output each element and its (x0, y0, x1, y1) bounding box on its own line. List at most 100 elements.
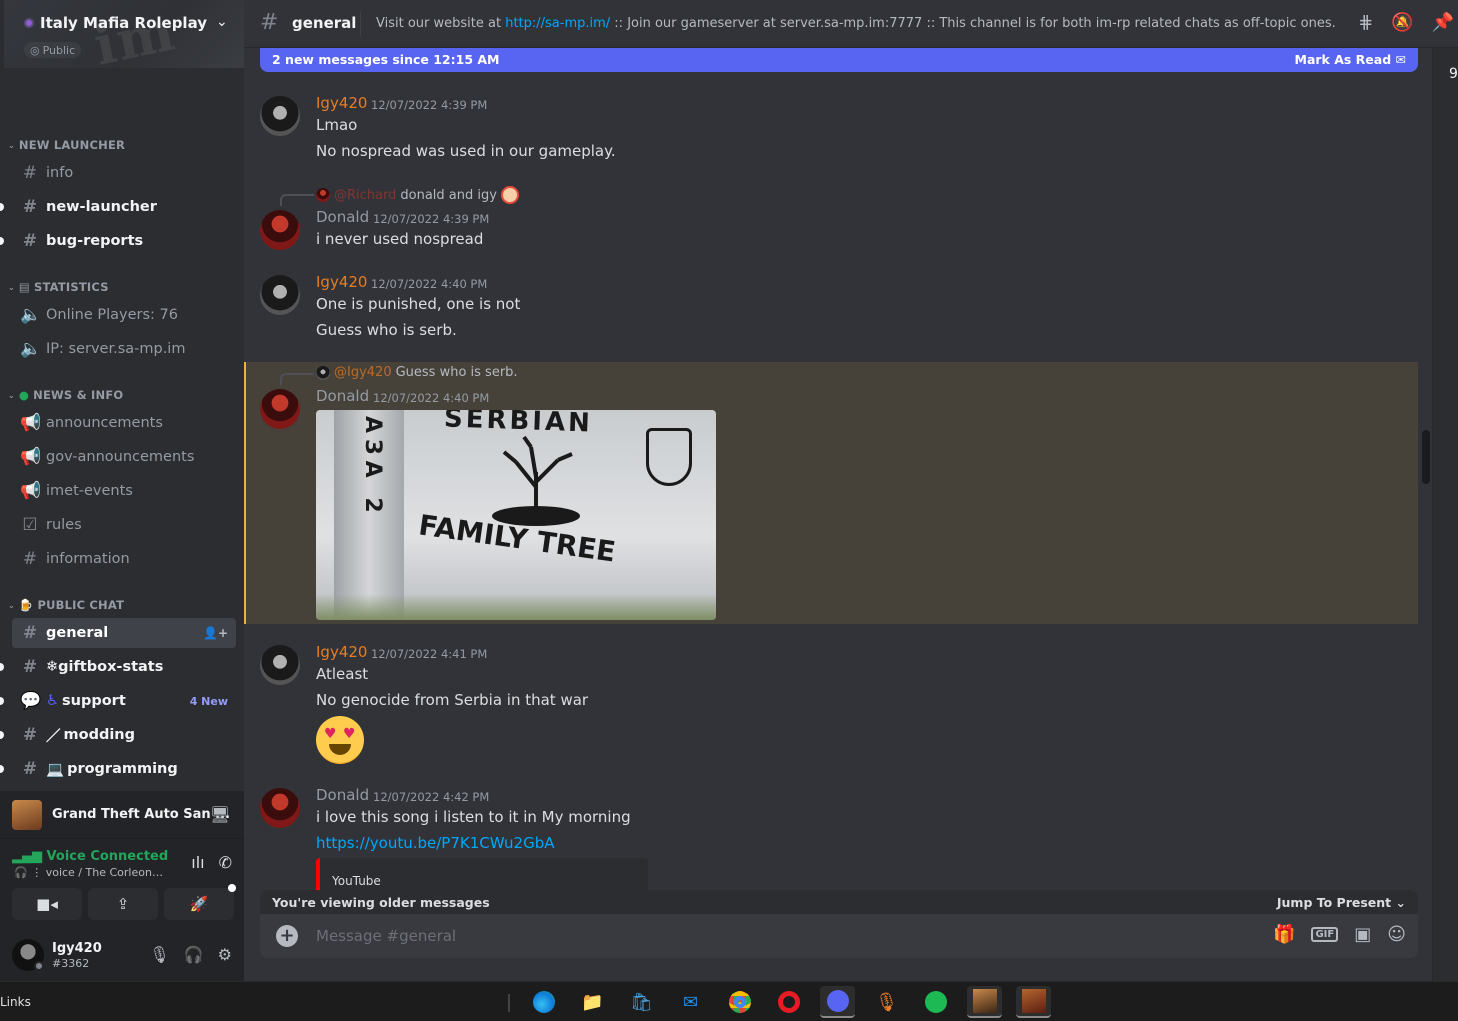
message-author[interactable]: Igy420 (316, 94, 367, 112)
taskbar-chrome[interactable] (722, 986, 757, 1018)
mark-as-read-button[interactable]: Mark As Read ✉ (1295, 52, 1407, 67)
channel-rules[interactable]: ☑ rules (12, 510, 236, 540)
topic-link[interactable]: http://sa-mp.im/ (505, 16, 610, 31)
activities-button[interactable]: 🚀 (164, 884, 236, 920)
channel-information[interactable]: # information (12, 544, 236, 574)
category-statistics[interactable]: ⌄ ▤ STATISTICS (8, 280, 109, 294)
voice-status[interactable]: ▂▄▆ Voice Connected (12, 849, 168, 864)
message-author[interactable]: Igy420 (316, 643, 367, 661)
hash-icon: # (22, 231, 38, 251)
channel-announcements[interactable]: 📢 announcements (12, 408, 236, 438)
channel-new-launcher[interactable]: # new-launcher (0, 192, 236, 222)
channel-imet-events[interactable]: 📢 imet-events (12, 476, 236, 506)
channel-support[interactable]: 💬 ♿ support 4 New (0, 686, 236, 716)
reply-mention[interactable]: @Richard (334, 188, 396, 203)
taskbar-game-2[interactable] (1016, 986, 1051, 1018)
edge-icon (532, 991, 555, 1013)
channel-gov-announcements[interactable]: 📢 gov-announcements (12, 442, 236, 472)
disconnect-icon[interactable]: ✆ (219, 853, 232, 872)
taskbar-opera[interactable] (771, 986, 806, 1018)
user-panel: Igy420 #3362 🎙 🎧 ⚙ (0, 931, 244, 981)
channel-info[interactable]: # info (12, 158, 236, 188)
avatar[interactable] (260, 210, 300, 250)
composer-tools: 🎁 GIF ▣ ☺ (1273, 924, 1406, 945)
taskbar-store[interactable]: 🛍 (624, 986, 659, 1018)
chevron-down-icon[interactable]: ⌄ (216, 14, 228, 30)
category-public-chat[interactable]: ⌄ 🍺 PUBLIC CHAT (8, 598, 124, 612)
camera-button[interactable]: ■◂ (12, 888, 82, 920)
heart-eyes-emoji-icon[interactable]: ♥ ♥ (316, 716, 364, 764)
sticker-icon[interactable]: ▣ (1354, 924, 1371, 945)
activity-panel[interactable]: Grand Theft Auto San ... 🖥 (0, 791, 244, 839)
server-name[interactable]: Italy Mafia Roleplay (24, 14, 207, 32)
scrollbar[interactable] (1420, 72, 1432, 890)
youtube-embed[interactable]: YouTube (316, 858, 648, 890)
microphone-icon: 🎙 (875, 991, 898, 1013)
game-icon (972, 989, 997, 1013)
channel-bug-reports[interactable]: # bug-reports (0, 226, 236, 256)
scroll-thumb[interactable] (1422, 430, 1430, 484)
reply-mention[interactable]: @Igy420 (334, 365, 392, 380)
emoji-picker-icon[interactable]: ☺ (1387, 924, 1406, 945)
channel-general[interactable]: # general 👤+ (12, 618, 236, 648)
taskbar-game-1[interactable] (967, 986, 1002, 1018)
voice-channel-label[interactable]: 🎧 ⋮ voice / The Corleone ... (14, 866, 164, 879)
message-author[interactable]: Igy420 (316, 273, 367, 291)
jump-to-present-button[interactable]: Jump To Present ⌄ (1277, 895, 1406, 910)
channel-modding[interactable]: # ／ modding (0, 720, 236, 750)
megaphone-icon: 📢 (20, 481, 42, 501)
category-new-launcher[interactable]: ⌄ NEW LAUNCHER (8, 138, 125, 152)
taskbar-spotify[interactable] (918, 986, 953, 1018)
channel-topic[interactable]: Visit our website at http://sa-mp.im/ ::… (376, 16, 1336, 31)
avatar[interactable] (260, 389, 300, 429)
message-author[interactable]: Donald (316, 208, 369, 226)
add-member-icon[interactable]: 👤+ (203, 626, 228, 640)
channel-programming[interactable]: # 💻 programming (0, 754, 236, 784)
gift-icon[interactable]: 🎁 (1273, 924, 1295, 945)
soundboard-icon[interactable]: ılı (191, 853, 204, 872)
taskbar-edge[interactable] (526, 986, 561, 1018)
user-name[interactable]: Igy420 (52, 941, 102, 956)
older-messages-bar[interactable]: You're viewing older messages Jump To Pr… (260, 890, 1418, 914)
avatar[interactable] (260, 96, 300, 136)
new-posts-badge: 4 New (189, 694, 228, 708)
laptop-icon: 💻 (46, 761, 65, 778)
category-news-info[interactable]: ⌄ ● NEWS & INFO (8, 388, 123, 402)
new-messages-bar[interactable]: 2 new messages since 12:15 AM Mark As Re… (260, 48, 1418, 72)
screen-share-button[interactable]: ⇪ (88, 888, 158, 920)
avatar[interactable] (260, 275, 300, 315)
message-author[interactable]: Donald (316, 786, 369, 804)
reply-preview[interactable]: @Richard donald and igy (316, 186, 519, 204)
channel-online-players[interactable]: 🔈 Online Players: 76 (12, 300, 236, 330)
taskbar-recorder[interactable]: 🎙 (869, 986, 904, 1018)
graffiti-text: АЗА 2 (360, 416, 385, 519)
taskbar-mail[interactable]: ✉ (673, 986, 708, 1018)
message-input[interactable] (316, 924, 1216, 948)
reply-connector (280, 373, 314, 385)
channel-giftbox-stats[interactable]: # ❄giftbox-stats (0, 652, 236, 682)
rocket-icon: 🚀 (189, 895, 209, 913)
message-timestamp: 12/07/2022 4:39 PM (371, 98, 488, 112)
server-header[interactable]: im Italy Mafia Roleplay ⌄ ◎ Public (4, 0, 244, 68)
taskbar-discord[interactable] (820, 986, 855, 1018)
microphone-icon[interactable]: 🎙 (149, 945, 169, 964)
taskbar-links-toolbar[interactable]: Links (0, 995, 31, 1009)
reply-text: donald and igy (400, 187, 497, 203)
message-link[interactable]: https://youtu.be/P7K1CWu2GbA (316, 834, 554, 852)
channel-ip[interactable]: 🔈 IP: server.sa-mp.im (12, 334, 236, 364)
headphones-icon[interactable]: 🎧 (184, 945, 204, 964)
reply-preview[interactable]: @Igy420 Guess who is serb. (316, 365, 518, 380)
gif-icon[interactable]: GIF (1311, 927, 1339, 942)
threads-icon[interactable]: ⋕ (1358, 12, 1373, 33)
pin-icon[interactable]: 📌 (1432, 12, 1454, 33)
avatar[interactable] (260, 788, 300, 828)
message-author[interactable]: Donald (316, 387, 369, 405)
screen-share-icon[interactable]: 🖥 (210, 805, 230, 824)
gear-icon[interactable]: ⚙ (218, 945, 232, 964)
taskbar-explorer[interactable]: 📁 (575, 986, 610, 1018)
image-attachment[interactable]: SERBIAN АЗА 2 FAMILY TREE (316, 410, 716, 620)
add-attachment-button[interactable]: + (276, 925, 298, 947)
mute-bell-icon[interactable]: 🔕 (1391, 12, 1413, 33)
store-icon: 🛍 (630, 991, 653, 1013)
avatar[interactable] (260, 645, 300, 685)
